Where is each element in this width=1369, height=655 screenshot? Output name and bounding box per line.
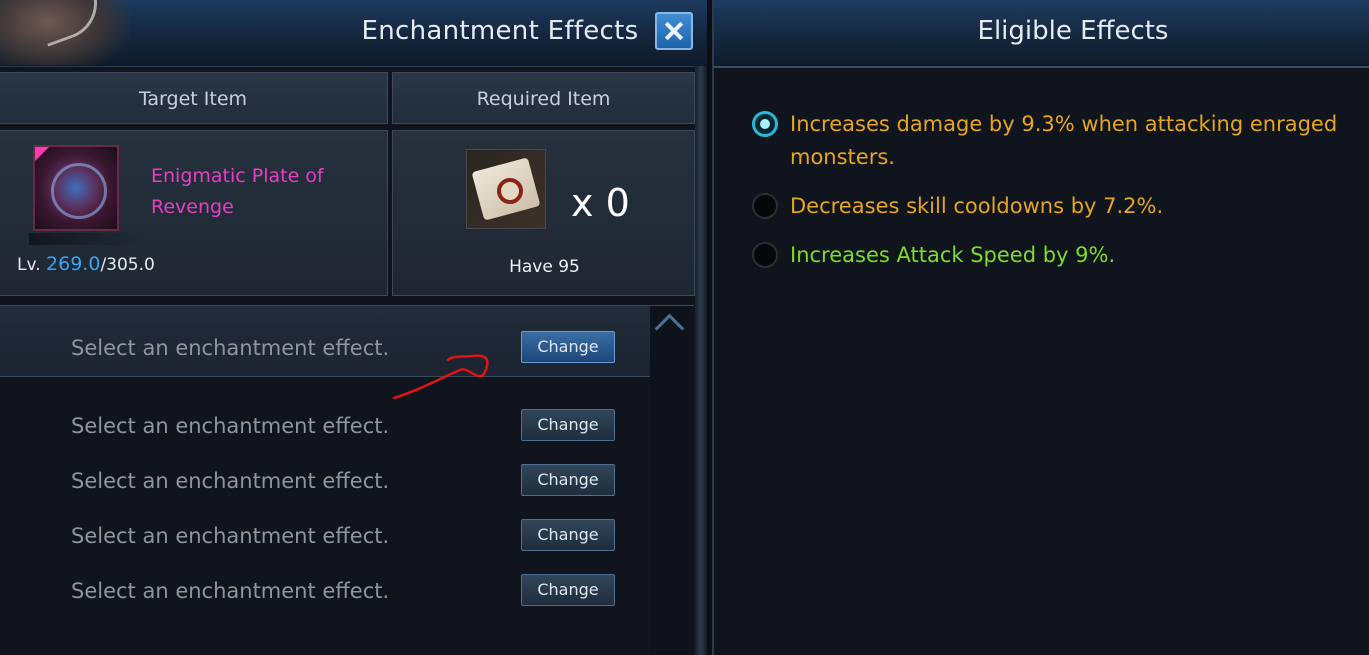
radio-icon[interactable]	[752, 193, 778, 219]
effect-slot[interactable]: Select an enchantment effect. Change	[0, 306, 650, 377]
effect-option-text: Increases damage by 9.3% when attacking …	[790, 112, 1338, 169]
change-button[interactable]: Change	[521, 331, 615, 363]
effect-slot-label: Select an enchantment effect.	[71, 414, 390, 438]
emblem-icon	[0, 0, 130, 65]
enchantment-panel: Enchantment Effects Target Item Required…	[0, 0, 707, 655]
change-button[interactable]: Change	[521, 519, 615, 551]
target-item-header: Target Item	[0, 72, 388, 124]
required-count: x 0	[571, 181, 630, 225]
effect-option-text: Increases Attack Speed by 9%.	[790, 243, 1116, 267]
level-prefix: Lv.	[17, 255, 41, 275]
effect-slot-label: Select an enchantment effect.	[71, 579, 390, 603]
eligible-effects-panel: Eligible Effects Increases damage by 9.3…	[712, 0, 1369, 655]
effect-slot[interactable]: Select an enchantment effect. Change	[0, 551, 650, 621]
target-item-box: Enigmatic Plate of Revenge Lv. 269.0/305…	[0, 130, 388, 296]
level-current: 269.0	[46, 253, 101, 275]
effect-option-text: Decreases skill cooldowns by 7.2%.	[790, 194, 1164, 218]
effect-slot-label: Select an enchantment effect.	[71, 524, 390, 548]
armor-plate-icon[interactable]	[33, 145, 119, 231]
eligible-effects-header: Eligible Effects	[714, 0, 1369, 68]
red-arrow-annotation	[392, 354, 489, 400]
target-item-level: Lv. 269.0/305.0	[17, 253, 155, 275]
chevron-up-icon[interactable]	[654, 313, 685, 344]
level-max: /305.0	[100, 255, 155, 275]
effect-slot-list: Select an enchantment effect. Change Sel…	[0, 305, 694, 655]
change-button[interactable]: Change	[521, 464, 615, 496]
panel-divider	[695, 66, 707, 655]
close-icon[interactable]	[655, 12, 693, 50]
scrollbar[interactable]	[650, 306, 690, 655]
have-count: Have 95	[509, 257, 580, 277]
enchant-scroll-icon[interactable]	[466, 149, 546, 229]
required-item-box: x 0 Have 95	[392, 130, 695, 296]
effect-slot-label: Select an enchantment effect.	[71, 469, 390, 493]
icon-shadow	[29, 233, 147, 245]
enchantment-header: Enchantment Effects	[0, 0, 707, 67]
change-button[interactable]: Change	[521, 574, 615, 606]
radio-selected-icon[interactable]	[752, 111, 778, 137]
effect-slot-label: Select an enchantment effect.	[71, 336, 390, 360]
radio-icon[interactable]	[752, 242, 778, 268]
change-button[interactable]: Change	[521, 409, 615, 441]
eligible-effects-title: Eligible Effects	[977, 16, 1169, 46]
enchantment-title: Enchantment Effects	[361, 16, 639, 46]
required-item-header: Required Item	[392, 72, 695, 124]
target-item-name: Enigmatic Plate of Revenge	[151, 165, 324, 218]
